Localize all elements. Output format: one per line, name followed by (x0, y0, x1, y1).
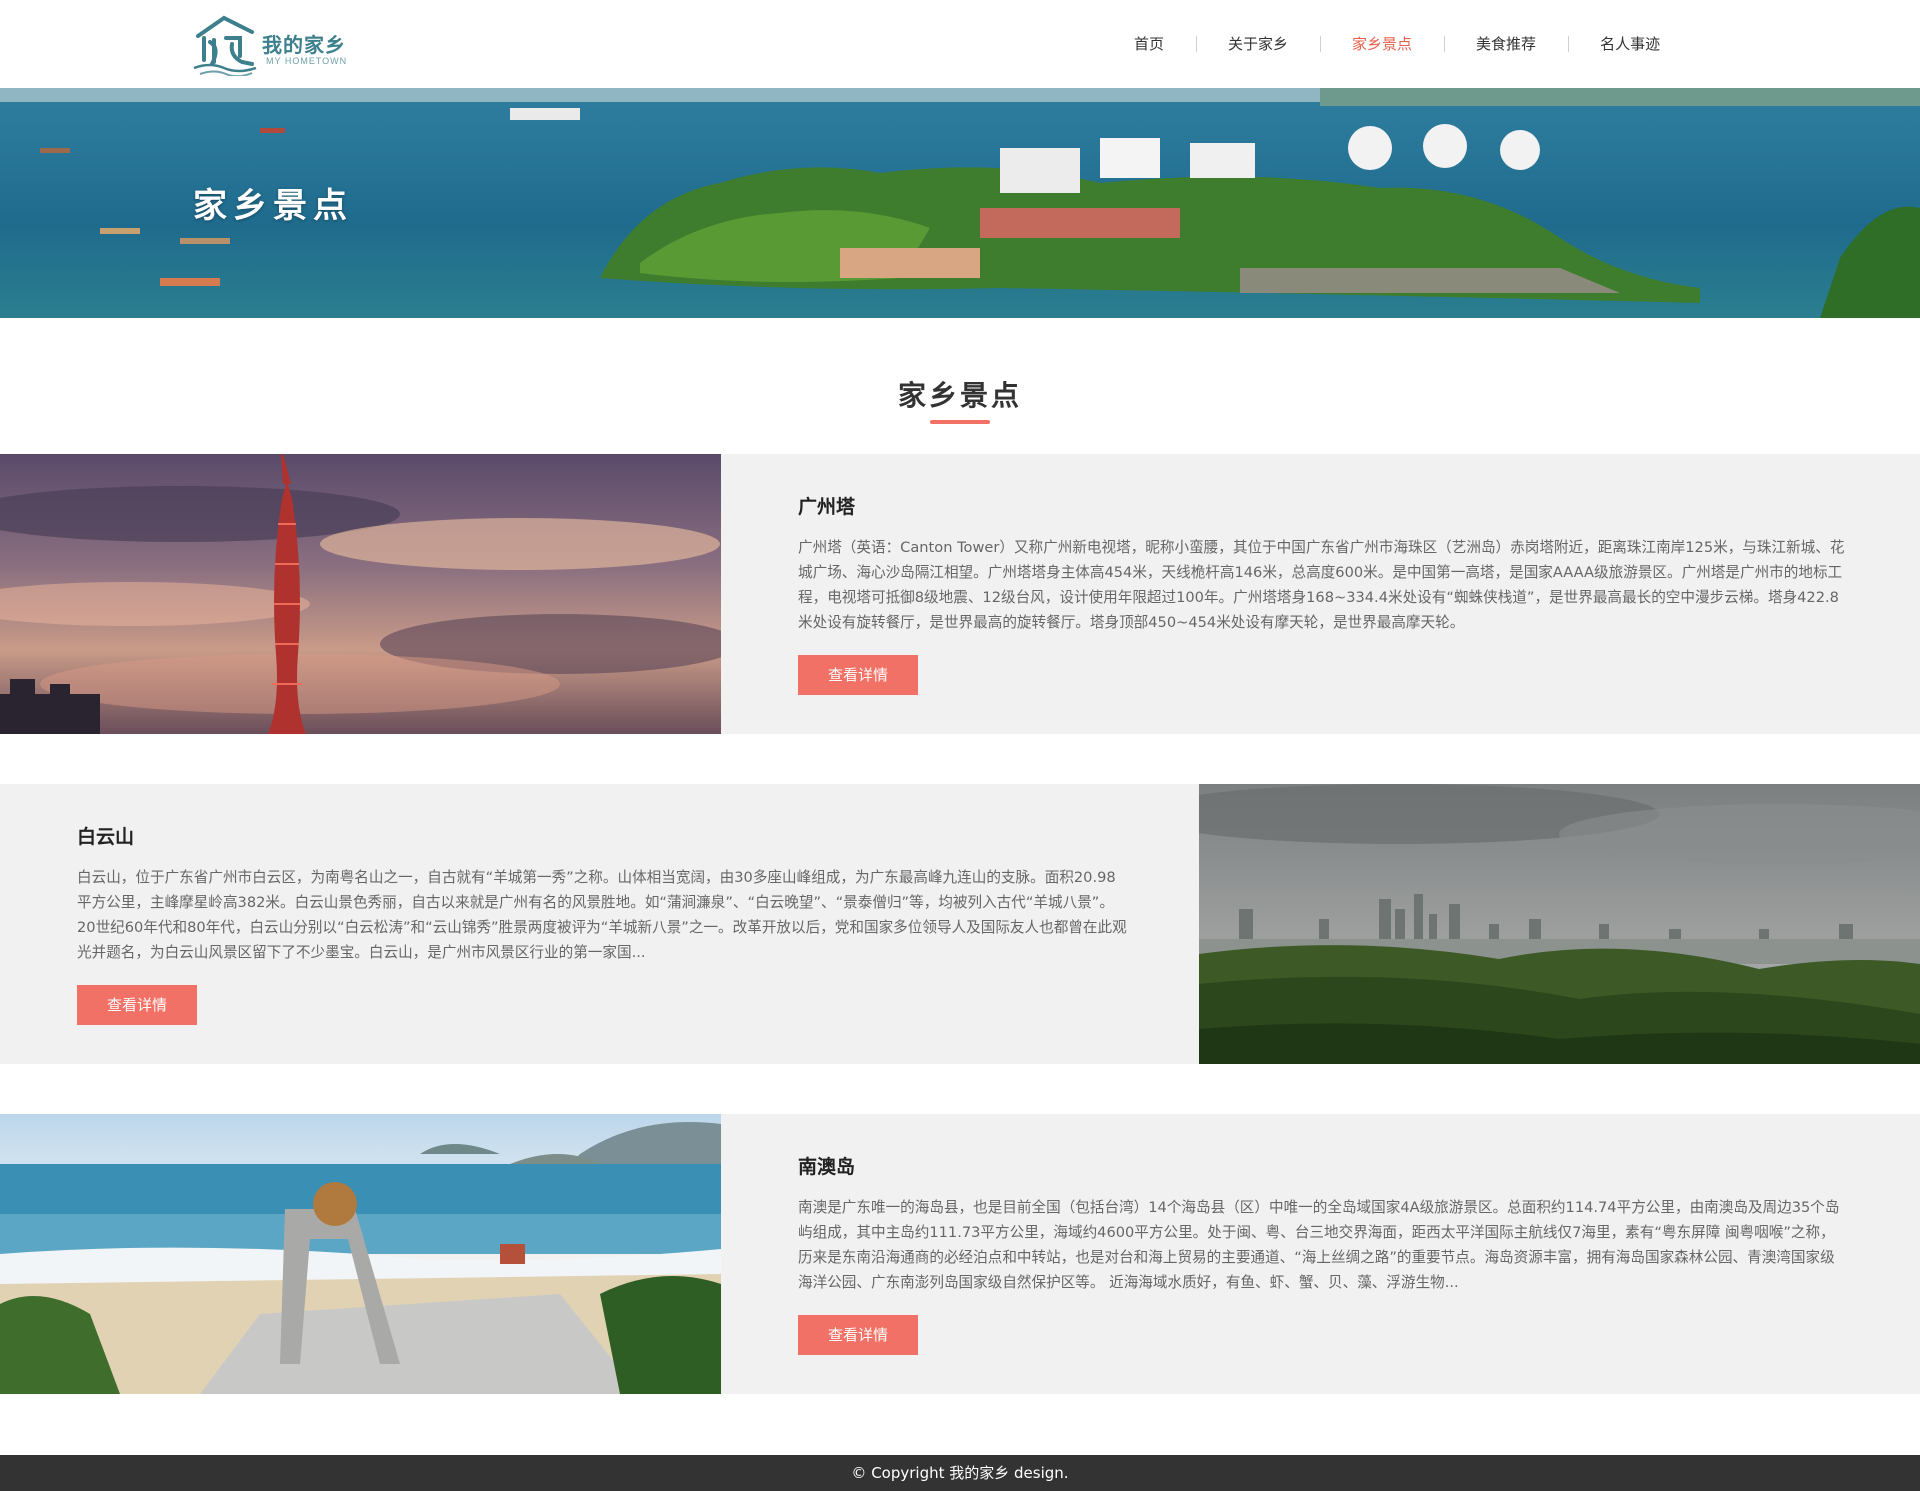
nanao-island-info: 南澳岛 南澳是广东唯一的海岛县，也是目前全国（包括台湾）14个海岛县（区）中唯一… (721, 1114, 1920, 1394)
nav-attractions[interactable]: 家乡景点 (1320, 34, 1444, 54)
nav-home[interactable]: 首页 (1100, 34, 1196, 54)
attraction-description: 白云山，位于广东省广州市白云区，为南粤名山之一，自古就有“羊城第一秀”之称。山体… (77, 869, 1127, 961)
attraction-card-canton-tower: 广州塔 广州塔（英语：Canton Tower）又称广州新电视塔，昵称小蛮腰，其… (0, 454, 1920, 734)
footer: © Copyright 我的家乡 design. (0, 1455, 1920, 1491)
view-details-button[interactable]: 查看详情 (77, 985, 197, 1025)
banner-title: 家乡景点 (193, 186, 353, 226)
canton-tower-image (0, 454, 721, 734)
copyright-text: © Copyright 我的家乡 design. (851, 1464, 1069, 1482)
attraction-description: 南澳是广东唯一的海岛县，也是目前全国（包括台湾）14个海岛县（区）中唯一的全岛域… (798, 1199, 1840, 1291)
attraction-card-nanao-island: 南澳岛 南澳是广东唯一的海岛县，也是目前全国（包括台湾）14个海岛县（区）中唯一… (0, 1114, 1920, 1394)
attraction-title: 广州塔 (798, 496, 856, 518)
logo-text: 我的家乡 (262, 33, 346, 57)
banner: 家乡景点 (0, 88, 1920, 318)
house-logo-icon (193, 15, 257, 76)
nanao-island-image (0, 1114, 721, 1394)
header: 我的家乡 MY HOMETOWN 首页 关于家乡 家乡景点 美食推荐 名人事迹 (0, 0, 1920, 88)
canton-tower-info: 广州塔 广州塔（英语：Canton Tower）又称广州新电视塔，昵称小蛮腰，其… (721, 454, 1920, 734)
view-details-button[interactable]: 查看详情 (798, 655, 918, 695)
logo[interactable]: 我的家乡 MY HOMETOWN (190, 12, 370, 76)
view-details-button[interactable]: 查看详情 (798, 1315, 918, 1355)
baiyun-mountain-image (1199, 784, 1920, 1064)
attraction-card-baiyun-mountain: 白云山 白云山，位于广东省广州市白云区，为南粤名山之一，自古就有“羊城第一秀”之… (0, 784, 1920, 1064)
attraction-title: 南澳岛 (798, 1156, 856, 1178)
baiyun-mountain-info: 白云山 白云山，位于广东省广州市白云区，为南粤名山之一，自古就有“羊城第一秀”之… (0, 784, 1199, 1064)
attraction-title: 白云山 (77, 826, 135, 848)
logo-subtitle: MY HOMETOWN (266, 56, 348, 66)
nav-celebrities[interactable]: 名人事迹 (1568, 34, 1692, 54)
nav-about[interactable]: 关于家乡 (1196, 34, 1320, 54)
main-nav: 首页 关于家乡 家乡景点 美食推荐 名人事迹 (1100, 0, 1692, 88)
section-title-underline (930, 420, 990, 424)
section-title: 家乡景点 (897, 379, 1022, 412)
attraction-description: 广州塔（英语：Canton Tower）又称广州新电视塔，昵称小蛮腰，其位于中国… (798, 539, 1845, 631)
nav-food[interactable]: 美食推荐 (1444, 34, 1568, 54)
